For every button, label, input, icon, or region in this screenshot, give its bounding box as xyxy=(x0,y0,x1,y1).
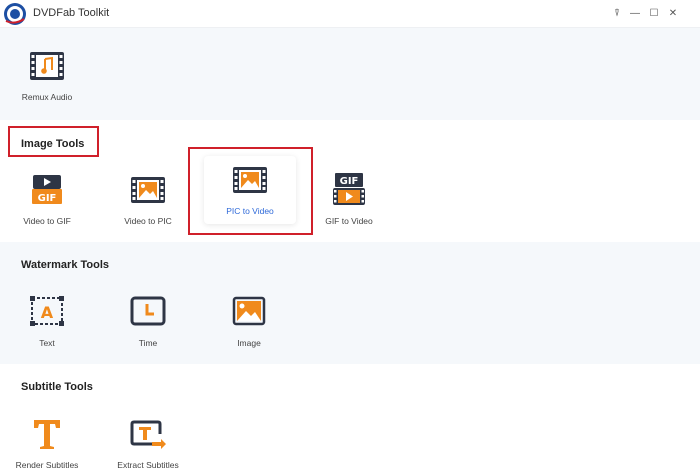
tool-label: Text xyxy=(39,338,55,348)
tool-label: Video to PIC xyxy=(124,216,172,226)
tool-remux-audio[interactable]: Remux Audio xyxy=(2,42,92,114)
tool-time-watermark[interactable]: Time xyxy=(103,288,193,360)
gif-film-icon: GIF xyxy=(333,173,365,205)
watermark-tools-section: Watermark Tools A Text Time Image xyxy=(0,242,700,364)
audio-tools-section: Remux Audio xyxy=(0,28,700,120)
tool-label: Time xyxy=(138,338,158,348)
tool-label: Render Subtitles xyxy=(15,460,79,470)
gif-badge-text: GIF xyxy=(340,176,359,187)
picture-film-icon xyxy=(233,167,267,193)
tool-pic-to-video[interactable]: PIC to Video xyxy=(204,156,296,224)
text-watermark-icon: A xyxy=(30,296,64,326)
extract-subtitle-icon xyxy=(130,420,166,449)
text-badge-letter: A xyxy=(41,303,54,322)
video-gif-icon: GIF xyxy=(32,175,62,204)
close-button[interactable]: ✕ xyxy=(666,6,680,20)
render-subtitle-icon xyxy=(34,420,60,449)
gif-badge-text: GIF xyxy=(38,193,57,204)
section-title-subtitle-tools: Subtitle Tools xyxy=(21,381,93,393)
clock-icon xyxy=(130,296,166,326)
minimize-button[interactable]: — xyxy=(628,6,642,20)
music-film-icon xyxy=(30,52,64,80)
tool-label: Remux Audio xyxy=(21,92,73,102)
tool-label: Extract Subtitles xyxy=(117,460,179,470)
tool-extract-subtitles[interactable]: Extract Subtitles xyxy=(103,410,193,471)
tool-label: Video to GIF xyxy=(23,216,71,226)
section-title-watermark-tools: Watermark Tools xyxy=(21,259,110,271)
tool-render-subtitles[interactable]: Render Subtitles xyxy=(2,410,92,471)
title-bar: DVDFab Toolkit ⍒ — ☐ ✕ xyxy=(0,0,700,28)
tool-video-to-pic[interactable]: Video to PIC xyxy=(103,166,193,238)
tool-video-to-gif[interactable]: GIF Video to GIF xyxy=(2,166,92,238)
image-icon xyxy=(232,296,266,326)
section-title-image-tools: Image Tools xyxy=(21,138,85,150)
tool-label: GIF to Video xyxy=(325,216,373,226)
film-picture-icon xyxy=(131,177,165,203)
tool-label: PIC to Video xyxy=(226,206,274,216)
dvdfab-logo-icon xyxy=(4,3,26,25)
maximize-button[interactable]: ☐ xyxy=(647,6,661,20)
subtitle-tools-section: Subtitle Tools Render Subtitles Extract … xyxy=(0,364,700,471)
tool-image-watermark[interactable]: Image xyxy=(204,288,294,360)
image-tools-section: Image Tools GIF Video to GIF Video to PI… xyxy=(0,120,700,242)
app-title: DVDFab Toolkit xyxy=(33,7,110,19)
pin-button[interactable]: ⍒ xyxy=(610,6,624,20)
tool-label: Image xyxy=(237,338,261,348)
tool-gif-to-video[interactable]: GIF GIF to Video xyxy=(304,166,394,238)
tool-text-watermark[interactable]: A Text xyxy=(2,288,92,360)
